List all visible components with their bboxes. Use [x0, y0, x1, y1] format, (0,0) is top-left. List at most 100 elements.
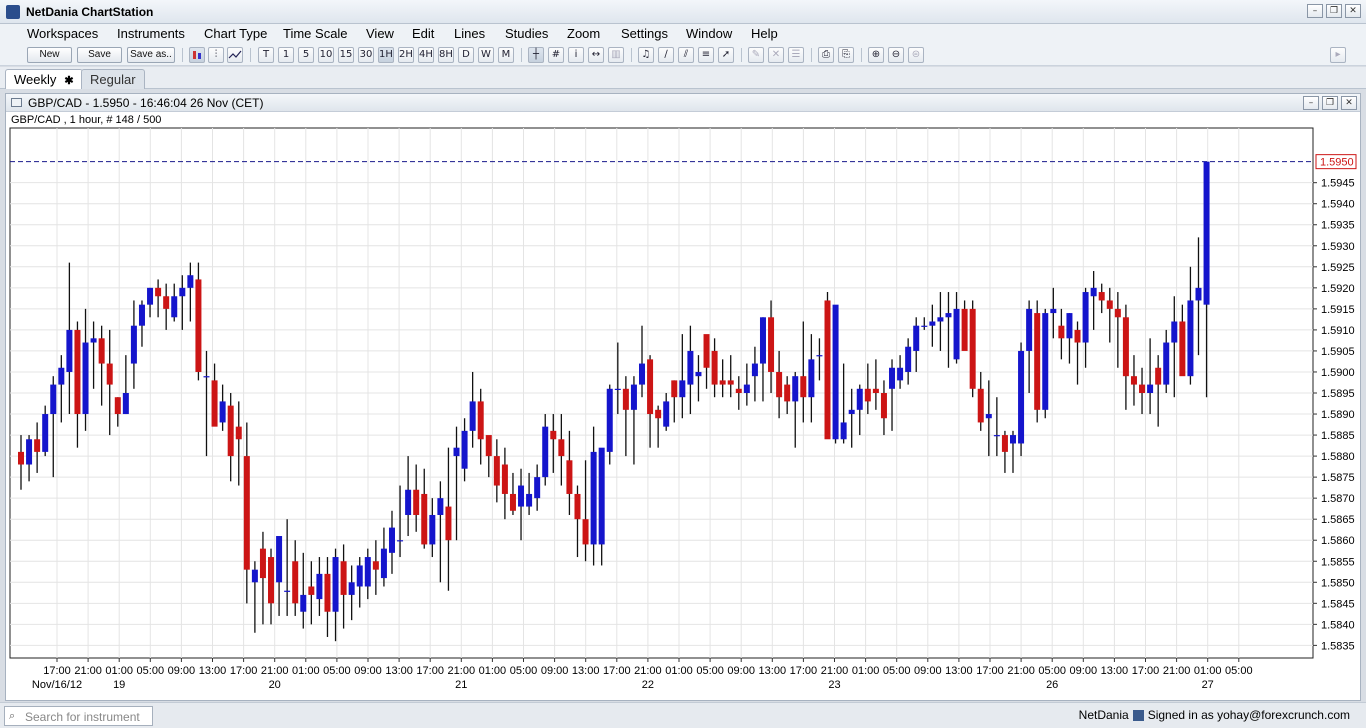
- candle-up: [90, 338, 97, 343]
- date-label: 26: [1046, 679, 1058, 691]
- x-tick-label: 17:00: [43, 665, 71, 677]
- search-input[interactable]: [25, 709, 149, 724]
- timeframe-5-button[interactable]: 5: [298, 47, 314, 63]
- candle-down: [1098, 292, 1105, 301]
- candlestick-chart[interactable]: 17:00 21:00 01:00 05:00 09:00 13:00 17:00 21:00…: [6, 126, 1360, 700]
- save-as-button[interactable]: Save as..: [127, 47, 175, 63]
- print-preview-icon[interactable]: ⎘: [838, 47, 854, 63]
- menu-zoom[interactable]: Zoom: [567, 26, 600, 41]
- channel-icon[interactable]: ⫽: [678, 47, 694, 63]
- date-label: 27: [1202, 679, 1214, 691]
- timeframe-2h-button[interactable]: 2H: [398, 47, 414, 63]
- candle-up: [921, 325, 928, 327]
- new-button[interactable]: New: [27, 47, 72, 63]
- x-tick-label: 21:00: [74, 665, 102, 677]
- volume-icon[interactable]: ▥: [608, 47, 624, 63]
- chart-close-button[interactable]: ✕: [1341, 96, 1357, 110]
- line-chart-icon[interactable]: [227, 47, 243, 63]
- timeframe-15-button[interactable]: 15: [338, 47, 354, 63]
- x-tick-label: 01:00: [292, 665, 320, 677]
- timeframe-weekly-button[interactable]: W: [478, 47, 494, 63]
- menu-view[interactable]: View: [366, 26, 394, 41]
- crosshair-icon[interactable]: ┼: [528, 47, 544, 63]
- candle-down: [421, 493, 428, 545]
- trendline-icon[interactable]: ∕: [658, 47, 674, 63]
- menu-lines[interactable]: Lines: [454, 26, 485, 41]
- app-title: NetDania ChartStation: [26, 5, 154, 19]
- x-tick-label: 09:00: [1070, 665, 1098, 677]
- menu-studies[interactable]: Studies: [505, 26, 548, 41]
- grid-icon[interactable]: #: [548, 47, 564, 63]
- timeframe-tick-button[interactable]: T: [258, 47, 274, 63]
- bell-alert-icon[interactable]: ♫: [638, 47, 654, 63]
- toolbar: New Save Save as.. ⫶ T 1 5 10 15 30 1H 2…: [0, 44, 1366, 66]
- scroll-arrows-icon[interactable]: ↔: [588, 47, 604, 63]
- menu-help[interactable]: Help: [751, 26, 778, 41]
- info-icon[interactable]: i: [568, 47, 584, 63]
- candle-up: [284, 590, 291, 592]
- menu-instruments[interactable]: Instruments: [117, 26, 185, 41]
- delete-icon[interactable]: ✕: [768, 47, 784, 63]
- candle-up: [1026, 308, 1033, 351]
- timeframe-1-button[interactable]: 1: [278, 47, 294, 63]
- y-tick-label: 1.5925: [1321, 262, 1355, 274]
- panel-toggle-icon[interactable]: ▸: [1330, 47, 1346, 63]
- properties-icon[interactable]: ☰: [788, 47, 804, 63]
- restore-button[interactable]: ❐: [1326, 4, 1342, 18]
- candle-up: [542, 426, 549, 478]
- candle-up: [840, 422, 847, 440]
- save-button[interactable]: Save: [77, 47, 122, 63]
- candle-down: [163, 296, 170, 309]
- instrument-search[interactable]: ⌕: [4, 706, 153, 726]
- candle-up: [751, 363, 758, 377]
- timeframe-4h-button[interactable]: 4H: [418, 47, 434, 63]
- candle-up: [397, 540, 404, 542]
- candle-up: [147, 287, 154, 305]
- menu-settings[interactable]: Settings: [621, 26, 668, 41]
- candle-down: [372, 561, 379, 570]
- candle-up: [453, 447, 460, 457]
- x-tick-label: 13:00: [945, 665, 973, 677]
- x-tick-label: 09:00: [541, 665, 569, 677]
- timeframe-8h-button[interactable]: 8H: [438, 47, 454, 63]
- timeframe-daily-button[interactable]: D: [458, 47, 474, 63]
- tab-close-icon[interactable]: ✱: [64, 75, 73, 87]
- zoom-in-icon[interactable]: ⊕: [868, 47, 884, 63]
- timeframe-monthly-button[interactable]: M: [498, 47, 514, 63]
- zoom-reset-icon[interactable]: ⊜: [908, 47, 924, 63]
- timeframe-10-button[interactable]: 10: [318, 47, 334, 63]
- fibonacci-icon[interactable]: ≡: [698, 47, 714, 63]
- candle-down: [340, 561, 347, 595]
- tab-regular[interactable]: Regular: [81, 69, 145, 89]
- pencil-icon[interactable]: ✎: [748, 47, 764, 63]
- candle-down: [114, 397, 121, 415]
- timeframe-1h-button[interactable]: 1H: [378, 47, 394, 63]
- menu-chart-type[interactable]: Chart Type: [204, 26, 267, 41]
- tab-weekly[interactable]: Weekly ✱: [5, 69, 83, 89]
- menu-time-scale[interactable]: Time Scale: [283, 26, 348, 41]
- chart-restore-button[interactable]: ❐: [1322, 96, 1338, 110]
- menu-workspaces[interactable]: Workspaces: [27, 26, 98, 41]
- candlestick-chart-icon[interactable]: [189, 47, 205, 63]
- x-tick-label: 17:00: [976, 665, 1004, 677]
- candle-down: [493, 456, 500, 486]
- candle-down: [268, 557, 275, 604]
- candle-up: [687, 350, 694, 385]
- close-button[interactable]: ✕: [1345, 4, 1361, 18]
- menu-edit[interactable]: Edit: [412, 26, 434, 41]
- menu-window[interactable]: Window: [686, 26, 732, 41]
- zoom-out-icon[interactable]: ⊖: [888, 47, 904, 63]
- candle-down: [735, 388, 742, 393]
- timeframe-30-button[interactable]: 30: [358, 47, 374, 63]
- candle-down: [1001, 435, 1008, 452]
- candle-up: [832, 304, 839, 440]
- candle-down: [18, 451, 24, 465]
- cursor-arrow-icon[interactable]: ➚: [718, 47, 734, 63]
- bar-chart-icon[interactable]: ⫶: [208, 47, 224, 63]
- candle-up: [848, 409, 855, 415]
- chart-minimize-button[interactable]: –: [1303, 96, 1319, 110]
- print-icon[interactable]: ⎙: [818, 47, 834, 63]
- candle-up: [1187, 300, 1194, 377]
- minimize-button[interactable]: –: [1307, 4, 1323, 18]
- candle-up: [929, 321, 936, 326]
